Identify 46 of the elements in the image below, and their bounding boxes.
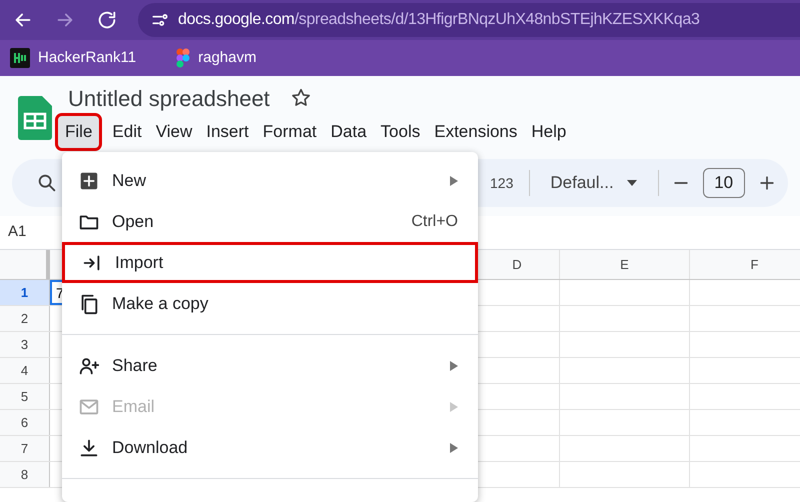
reload-icon[interactable] [96, 9, 118, 31]
name-box[interactable]: A1 [8, 221, 26, 244]
submenu-arrow-icon [450, 360, 458, 370]
submenu-arrow-icon [450, 442, 458, 452]
row-header[interactable]: 2 [0, 306, 50, 331]
menu-option[interactable]: New [62, 160, 478, 201]
document-title[interactable]: Untitled spreadsheet [68, 82, 270, 114]
menu-item[interactable]: File [58, 116, 100, 148]
menu-item[interactable]: View [148, 116, 200, 148]
menu-option[interactable]: Import [62, 242, 478, 283]
menu-option[interactable]: Share [62, 345, 478, 386]
sheets-logo-icon[interactable] [18, 96, 52, 140]
star-icon[interactable] [290, 87, 312, 109]
menu-item[interactable]: Edit [105, 116, 149, 148]
search-icon[interactable] [36, 172, 58, 194]
submenu-arrow-icon [450, 176, 458, 186]
bookmark-icon [10, 48, 30, 68]
number-format-button[interactable]: 123 [486, 172, 518, 194]
bookmark[interactable]: HackerRank11 [6, 44, 140, 72]
submenu-arrow-icon [450, 402, 458, 412]
row-header[interactable]: 1 [0, 280, 50, 305]
bookmark[interactable]: raghavm [172, 44, 260, 72]
menu-item[interactable]: Insert [199, 116, 256, 148]
menu-item[interactable]: Data [324, 116, 374, 148]
shortcut-text: Ctrl+O [411, 212, 458, 232]
row-header[interactable]: 7 [0, 436, 50, 461]
row-header[interactable]: 4 [0, 358, 50, 383]
menu-item[interactable]: Help [524, 116, 574, 148]
url-text: docs.google.com/spreadsheets/d/13HfigrBNqzUhX48nbSTEjhKZESXKKqa3 [178, 10, 700, 30]
menu-option[interactable]: Open Ctrl+O [62, 201, 478, 242]
column-header[interactable]: F [690, 250, 800, 279]
caret-icon [626, 179, 638, 187]
address-bar[interactable]: docs.google.com/spreadsheets/d/13HfigrBNqzUhX48nbSTEjhKZESXKKqa3 [138, 3, 800, 37]
row-header[interactable]: 6 [0, 410, 50, 435]
menu-option[interactable]: Make a copy [62, 283, 478, 324]
row-header[interactable]: 3 [0, 332, 50, 357]
row-header[interactable]: 5 [0, 384, 50, 409]
row-header[interactable]: 8 [0, 462, 50, 487]
menu-item[interactable]: Extensions [427, 116, 524, 148]
menu-option[interactable]: Download [62, 427, 478, 468]
font-size-field[interactable]: 10 [702, 168, 745, 198]
font-dropdown[interactable]: Defaul... [542, 170, 646, 196]
menu-item[interactable]: Format [256, 116, 324, 148]
menu-item[interactable]: Tools [374, 116, 428, 148]
column-header[interactable]: E [560, 250, 690, 279]
bookmark-icon [176, 48, 190, 68]
